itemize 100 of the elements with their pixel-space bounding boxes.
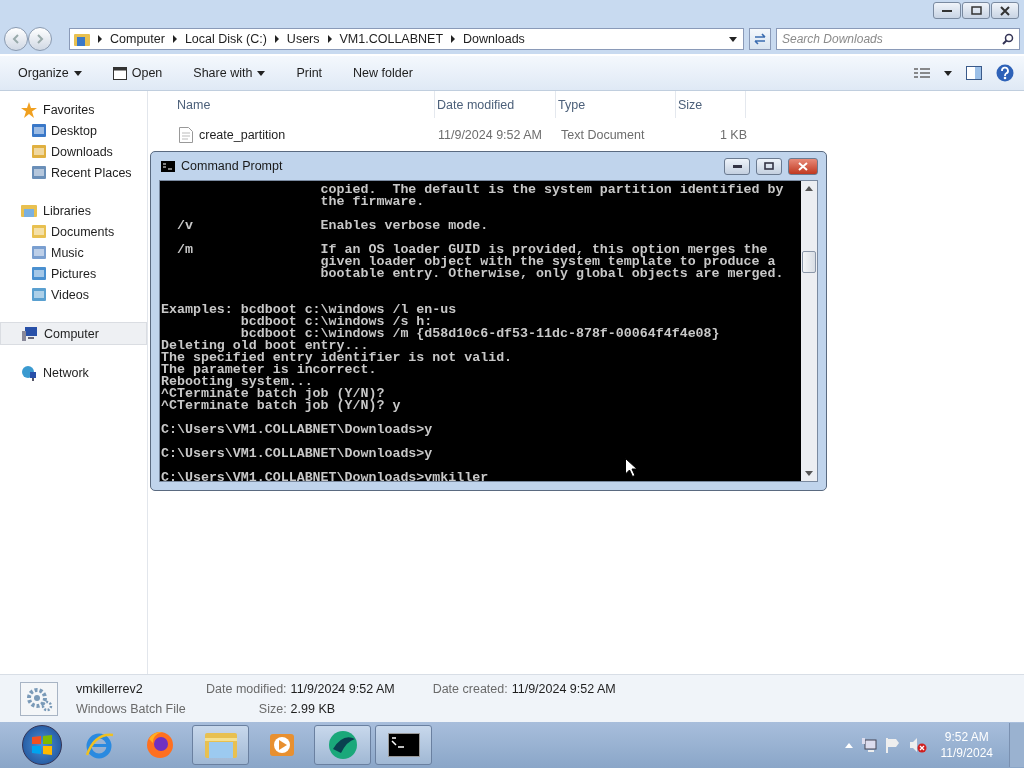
windows-logo bbox=[30, 733, 54, 757]
time-text: 9:52 AM bbox=[944, 730, 989, 744]
preview-pane-button[interactable] bbox=[966, 66, 982, 80]
sidebar-item[interactable]: Music bbox=[0, 242, 90, 263]
taskbar-button[interactable] bbox=[375, 725, 432, 765]
caret-icon bbox=[257, 70, 266, 76]
scrollbar[interactable] bbox=[801, 181, 817, 481]
sidebar-item[interactable]: Computer bbox=[0, 322, 147, 345]
sidebar-item[interactable]: Recent Places bbox=[0, 162, 138, 183]
batch-file-icon bbox=[20, 681, 58, 716]
minimize-icon bbox=[732, 164, 742, 168]
table-cell-text: Text Document bbox=[560, 128, 646, 142]
list-icon bbox=[914, 68, 930, 78]
breadcrumb-item[interactable]: Users bbox=[286, 32, 320, 46]
sidebar-item[interactable]: Pictures bbox=[0, 263, 103, 284]
sidebar-item[interactable]: Favorites bbox=[0, 99, 101, 120]
item-icon bbox=[31, 224, 47, 239]
address-bar[interactable]: Computer Local Disk (C:) Users VM1.COLLABNET Downloads bbox=[69, 28, 744, 50]
breadcrumb-item[interactable]: Local Disk (C:) bbox=[184, 32, 267, 46]
chevron-icon bbox=[171, 35, 178, 43]
taskbar-button[interactable] bbox=[314, 725, 371, 765]
minimize-button[interactable] bbox=[933, 2, 961, 19]
window-title: Command Prompt bbox=[181, 159, 283, 173]
console-line: C:\Users\VM1.COLLABNET\Downloads>y bbox=[161, 424, 433, 436]
detail-value: 2.99 KB bbox=[290, 701, 337, 716]
forward-button[interactable] bbox=[28, 27, 52, 51]
detail-label: Size: bbox=[257, 701, 287, 716]
console-line: The specified entry identifier is not valid. bbox=[161, 352, 513, 364]
column-header[interactable]: Size bbox=[676, 91, 746, 118]
view-button[interactable] bbox=[914, 68, 930, 78]
sidebar-item[interactable]: Videos bbox=[0, 284, 95, 305]
console-line: Examples: bcdboot c:\windows /l en-us bbox=[161, 304, 457, 316]
help-button[interactable] bbox=[996, 64, 1014, 82]
search-field[interactable]: Search Downloads bbox=[776, 28, 1020, 50]
maximize-button[interactable] bbox=[756, 157, 782, 175]
console-line: C:\Users\VM1.COLLABNET\Downloads>y bbox=[161, 448, 433, 460]
down-arrow-icon[interactable] bbox=[805, 471, 813, 476]
detail-value: 11/9/2024 9:52 AM bbox=[511, 681, 616, 696]
globe-icon bbox=[326, 729, 359, 761]
sidebar-item[interactable]: Desktop bbox=[0, 120, 103, 141]
caret-icon[interactable] bbox=[729, 36, 737, 42]
console-line: /m If an OS loader GUID is provided, this option merges the bbox=[175, 244, 768, 256]
up-arrow-icon[interactable] bbox=[805, 186, 813, 191]
network-icon[interactable] bbox=[860, 737, 877, 753]
refresh-button[interactable] bbox=[749, 28, 771, 50]
console-line: ^CTerminate batch job (Y/N)? bbox=[161, 388, 385, 400]
breadcrumb-item[interactable]: Computer bbox=[110, 32, 165, 46]
toolbar-button[interactable]: Share with bbox=[193, 66, 266, 80]
muted-speaker-icon[interactable] bbox=[908, 737, 927, 753]
console-line: Rebooting system... bbox=[161, 376, 313, 388]
console-line: /v Enables verbose mode. bbox=[175, 220, 489, 232]
close-button[interactable] bbox=[788, 157, 818, 175]
folder-icon bbox=[21, 202, 37, 219]
help-icon bbox=[996, 64, 1014, 82]
window-icon bbox=[112, 66, 127, 80]
monitor-icon bbox=[22, 325, 38, 342]
console-icon bbox=[161, 160, 175, 172]
minimize-button[interactable] bbox=[724, 157, 750, 175]
maximize-icon bbox=[764, 162, 774, 170]
scroll-thumb[interactable] bbox=[802, 251, 816, 273]
back-button[interactable] bbox=[4, 27, 28, 51]
sidebar-item[interactable]: Network bbox=[0, 362, 95, 383]
console-line: given loader object with the system template to produce a bbox=[319, 256, 776, 268]
toolbar-button[interactable]: New folder bbox=[353, 66, 413, 80]
close-icon bbox=[1000, 5, 1010, 16]
table-cell-text: 11/9/2024 9:52 AM bbox=[437, 128, 544, 142]
detail-value: 11/9/2024 9:52 AM bbox=[290, 681, 395, 696]
chevron-icon bbox=[97, 35, 103, 43]
play-icon bbox=[267, 731, 296, 759]
toolbar-button[interactable]: Organize bbox=[18, 66, 82, 80]
column-header[interactable]: Name bbox=[175, 91, 435, 118]
toolbar-button[interactable]: Print bbox=[296, 66, 323, 80]
item-icon bbox=[31, 144, 47, 159]
console-line: C:\Users\VM1.COLLABNET\Downloads>vmkiller bbox=[161, 472, 489, 481]
caret-button[interactable] bbox=[944, 70, 952, 76]
sidebar-item[interactable]: Downloads bbox=[0, 141, 119, 162]
console-line: bootable entry. Otherwise, only global objects are merged. bbox=[319, 268, 784, 280]
maximize-icon bbox=[970, 6, 982, 15]
toolbar-button[interactable]: Open bbox=[112, 66, 163, 80]
close-icon bbox=[798, 161, 808, 171]
breadcrumb-item[interactable]: VM1.COLLABNET bbox=[339, 32, 444, 46]
item-icon bbox=[31, 266, 47, 281]
chevron-icon bbox=[273, 35, 280, 43]
document-icon bbox=[179, 127, 193, 143]
column-header[interactable]: Type bbox=[556, 91, 676, 118]
maximize-button[interactable] bbox=[962, 2, 990, 19]
console-line: Deleting old boot entry... bbox=[161, 340, 369, 352]
item-icon bbox=[31, 123, 47, 138]
pointer-icon bbox=[625, 458, 637, 477]
breadcrumb-item[interactable]: Downloads bbox=[463, 32, 525, 46]
star-icon bbox=[21, 101, 37, 118]
chevron-icon bbox=[450, 35, 457, 43]
close-button[interactable] bbox=[991, 2, 1019, 19]
sidebar-item[interactable]: Documents bbox=[0, 221, 121, 242]
column-header[interactable]: Date modified bbox=[435, 91, 556, 118]
console-line: The parameter is incorrect. bbox=[161, 364, 377, 376]
item-icon bbox=[31, 165, 47, 180]
console-icon bbox=[387, 733, 420, 757]
sidebar-item[interactable]: Libraries bbox=[0, 200, 97, 221]
start-button[interactable] bbox=[22, 725, 62, 765]
